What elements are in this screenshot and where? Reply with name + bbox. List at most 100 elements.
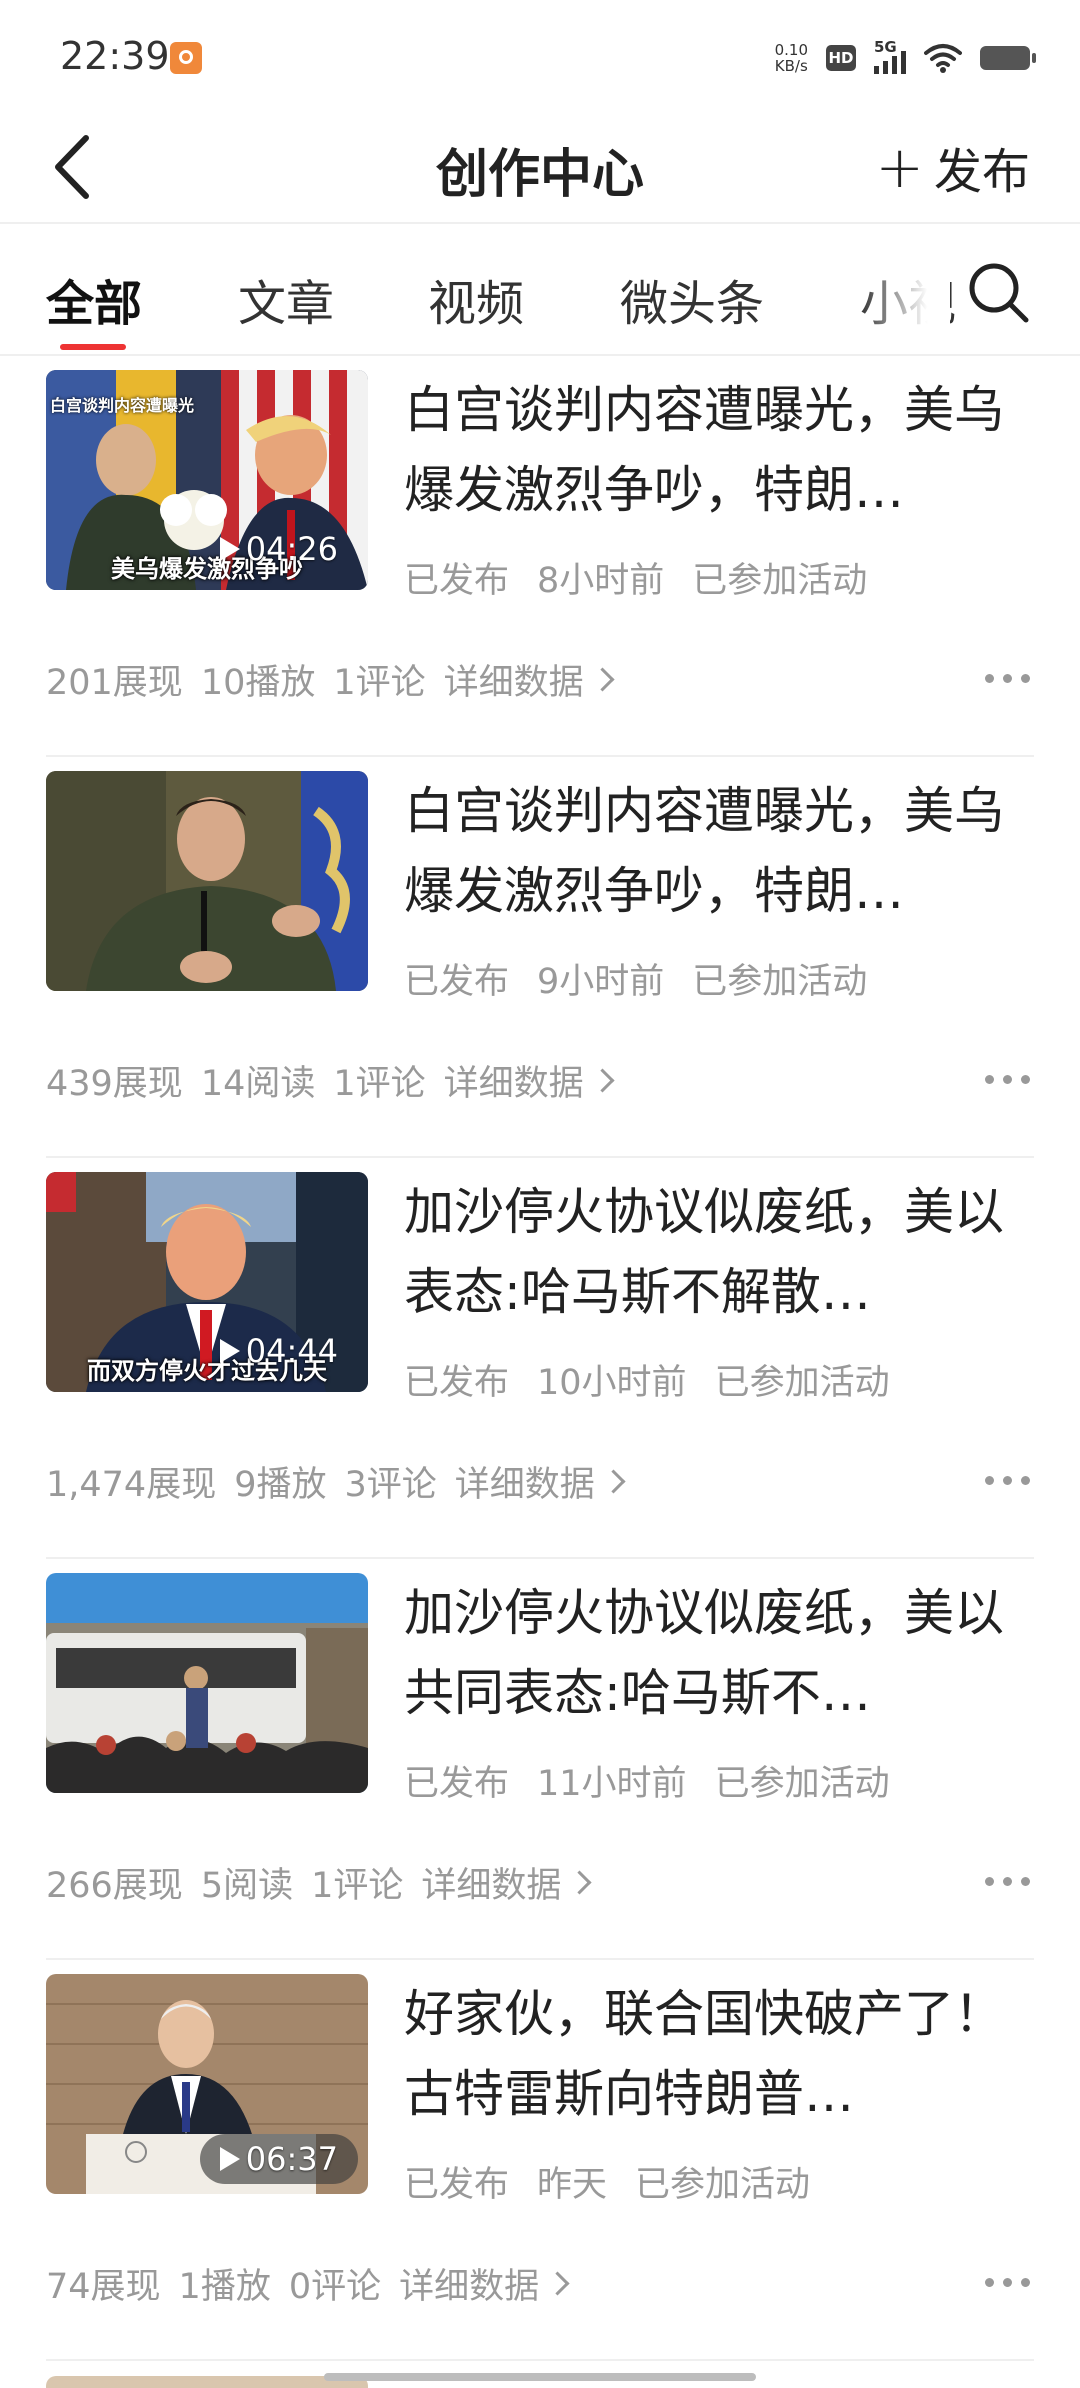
list-item[interactable]: 而双方停火才过去几天 04:44 加沙停火协议似废纸，美以表态:哈马斯不解散… … <box>0 1158 1080 1559</box>
more-options-icon[interactable] <box>985 1075 1030 1084</box>
item-meta: 已发布 9小时前 已参加活动 <box>404 953 867 1004</box>
chevron-right-icon <box>567 1870 592 1895</box>
tab-all[interactable]: 全部 <box>46 264 142 334</box>
publish-label: 发布 <box>933 144 1030 200</box>
item-headline[interactable]: 加沙停火协议似废纸，美以表态:哈马斯不解散… <box>404 1172 1034 1332</box>
divider <box>46 2359 1034 2361</box>
next-item-thumbnail-peek <box>46 2376 368 2388</box>
plus-icon: + <box>875 133 924 201</box>
view-count: 1,474展现 <box>46 1465 217 1505</box>
view-count: 266展现 <box>46 1866 183 1906</box>
wifi-icon <box>924 44 962 73</box>
video-thumbnail[interactable]: 白宫谈判内容遭曝光 美乌爆发激烈争吵 04:26 <box>46 370 368 590</box>
video-thumbnail[interactable]: 06:37 <box>46 1974 368 2194</box>
list-item[interactable]: 白宫谈判内容遭曝光，美乌爆发激烈争吵，特朗… 已发布 9小时前 已参加活动 43… <box>0 757 1080 1158</box>
hd-icon: HD <box>826 45 856 71</box>
more-options-icon[interactable] <box>985 1877 1030 1886</box>
duration-text: 04:44 <box>245 1332 338 1370</box>
read-count: 14阅读 <box>200 1064 316 1104</box>
item-headline[interactable]: 白宫谈判内容遭曝光，美乌爆发激烈争吵，特朗… <box>404 370 1034 530</box>
view-count: 201展现 <box>46 663 183 703</box>
chevron-right-icon <box>590 667 615 692</box>
item-headline[interactable]: 好家伙，联合国快破产了！古特雷斯向特朗普… <box>404 1974 1034 2134</box>
list-item[interactable]: 白宫谈判内容遭曝光 美乌爆发激烈争吵 04:26 白宫谈判内容遭曝光，美乌爆发激… <box>0 356 1080 757</box>
publish-button[interactable]: + 发布 <box>875 132 1030 202</box>
status-time: 22:39 <box>60 34 170 78</box>
comment-count: 1评论 <box>333 663 426 703</box>
item-stats: 439展现 14阅读 1评论 详细数据 <box>46 1055 615 1106</box>
view-count: 439展现 <box>46 1064 183 1104</box>
publish-status: 已发布 <box>404 561 510 601</box>
play-icon <box>219 1339 240 1363</box>
publish-status: 已发布 <box>404 1363 510 1403</box>
video-duration: 04:26 <box>219 530 338 568</box>
detail-data-link[interactable]: 详细数据 <box>399 2258 570 2309</box>
detail-data-label: 详细数据 <box>399 2267 540 2307</box>
signal-icon: 5G <box>874 38 906 74</box>
video-duration: 06:37 <box>199 2134 358 2184</box>
activity-status: 已参加活动 <box>635 2165 811 2205</box>
item-stats: 1,474展现 9播放 3评论 详细数据 <box>46 1456 626 1507</box>
activity-status: 已参加活动 <box>714 1363 890 1403</box>
content-list: 白宫谈判内容遭曝光 美乌爆发激烈争吵 04:26 白宫谈判内容遭曝光，美乌爆发激… <box>0 356 1080 2361</box>
more-options-icon[interactable] <box>985 1476 1030 1485</box>
chevron-right-icon <box>545 2271 570 2296</box>
item-meta: 已发布 11小时前 已参加活动 <box>404 1755 890 1806</box>
more-options-icon[interactable] <box>985 2278 1030 2287</box>
publish-time: 10小时前 <box>537 1363 687 1403</box>
detail-data-link[interactable]: 详细数据 <box>421 1857 592 1908</box>
item-meta: 已发布 8小时前 已参加活动 <box>404 552 867 603</box>
play-icon <box>219 537 240 561</box>
item-stats: 266展现 5阅读 1评论 详细数据 <box>46 1857 592 1908</box>
tab-overflow-fade <box>860 224 950 352</box>
detail-data-label: 详细数据 <box>454 1465 595 1505</box>
net-speed: 0.10 KB/s <box>775 42 808 74</box>
publish-time: 昨天 <box>537 2165 608 2205</box>
article-thumbnail[interactable] <box>46 1573 368 1793</box>
thumbnail-image <box>46 771 368 991</box>
comment-count: 1评论 <box>333 1064 426 1104</box>
read-count: 5阅读 <box>200 1866 294 1906</box>
activity-status: 已参加活动 <box>692 561 868 601</box>
item-headline[interactable]: 白宫谈判内容遭曝光，美乌爆发激烈争吵，特朗… <box>404 771 1034 931</box>
item-headline[interactable]: 加沙停火协议似废纸，美以共同表态:哈马斯不… <box>404 1573 1034 1733</box>
tab-micro-posts[interactable]: 微头条 <box>620 264 764 334</box>
home-indicator[interactable] <box>324 2373 756 2381</box>
play-count: 9播放 <box>234 1465 327 1505</box>
chevron-right-icon <box>601 1469 626 1494</box>
tab-articles[interactable]: 文章 <box>238 264 334 334</box>
publish-status: 已发布 <box>404 962 510 1002</box>
search-icon[interactable] <box>964 258 1034 328</box>
content-tabs: 全部 文章 视频 微头条 小视 <box>0 224 1080 356</box>
activity-status: 已参加活动 <box>714 1764 890 1804</box>
comment-count: 1评论 <box>311 1866 404 1906</box>
publish-status: 已发布 <box>404 2165 510 2205</box>
article-thumbnail[interactable] <box>46 771 368 991</box>
network-type: 5G <box>874 38 897 56</box>
detail-data-link[interactable]: 详细数据 <box>444 1055 615 1106</box>
detail-data-link[interactable]: 详细数据 <box>454 1456 626 1507</box>
publish-time: 9小时前 <box>537 962 665 1002</box>
activity-status: 已参加活动 <box>692 962 868 1002</box>
comment-count: 0评论 <box>288 2267 382 2307</box>
back-icon[interactable] <box>50 132 98 202</box>
detail-data-link[interactable]: 详细数据 <box>443 654 615 705</box>
detail-data-label: 详细数据 <box>443 663 584 703</box>
video-thumbnail[interactable]: 而双方停火才过去几天 04:44 <box>46 1172 368 1392</box>
list-item[interactable]: 加沙停火协议似废纸，美以共同表态:哈马斯不… 已发布 11小时前 已参加活动 2… <box>0 1559 1080 1960</box>
play-count: 1播放 <box>178 2267 271 2307</box>
app-notification-icon <box>170 42 202 74</box>
video-duration: 04:44 <box>219 1332 338 1370</box>
chevron-right-icon <box>590 1068 615 1093</box>
more-options-icon[interactable] <box>985 674 1030 683</box>
tab-videos[interactable]: 视频 <box>428 264 524 334</box>
list-item[interactable]: 06:37 好家伙，联合国快破产了！古特雷斯向特朗普… 已发布 昨天 已参加活动… <box>0 1960 1080 2361</box>
app-header: 创作中心 + 发布 <box>0 110 1080 224</box>
publish-time: 11小时前 <box>537 1764 687 1804</box>
thumbnail-image <box>46 1573 368 1793</box>
publish-status: 已发布 <box>404 1764 510 1804</box>
item-meta: 已发布 昨天 已参加活动 <box>404 2156 810 2207</box>
play-icon <box>219 2147 240 2171</box>
status-bar: 22:39 0.10 KB/s HD 5G <box>0 0 1080 110</box>
play-count: 10播放 <box>200 663 316 703</box>
